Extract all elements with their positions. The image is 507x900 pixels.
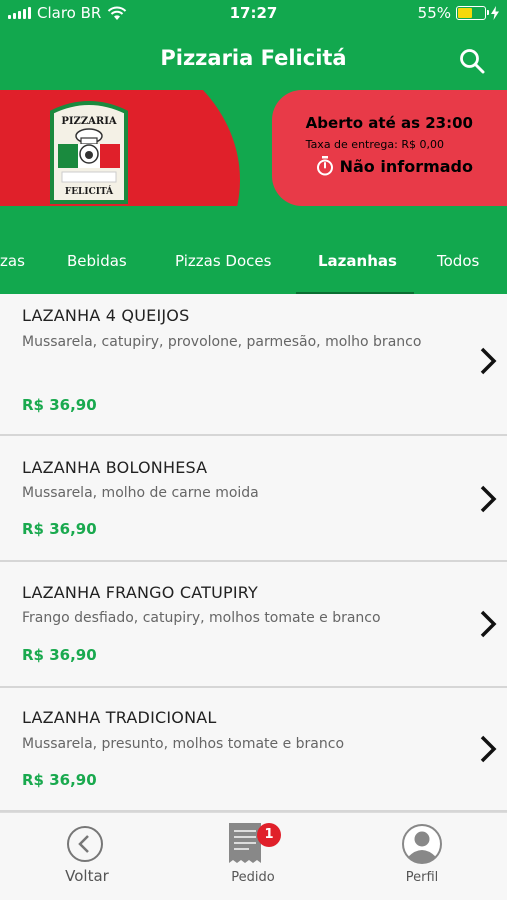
chevron-right-icon[interactable]: [477, 734, 499, 764]
chevron-right-icon[interactable]: [477, 484, 499, 514]
logo-text-top: PIZZARIA: [61, 116, 117, 127]
tab-pizzas-doces[interactable]: Pizzas Doces: [175, 252, 271, 270]
item-name: LAZANHA 4 QUEIJOS: [22, 306, 190, 325]
profile-avatar-icon[interactable]: [401, 823, 443, 865]
delivery-fee: Taxa de entrega: R$ 0,00: [305, 138, 444, 151]
delivery-time: Não informado: [339, 156, 473, 176]
bottom-nav: Voltar 1 Pedido Perfil: [0, 812, 507, 900]
back-button[interactable]: Voltar: [27, 813, 147, 900]
tab-lazanhas[interactable]: Lazanhas: [318, 252, 397, 270]
charging-icon: [491, 6, 499, 20]
tab-pizzas[interactable]: zas: [0, 252, 25, 270]
app-header: Pizzaria Felicitá: [0, 26, 507, 90]
profile-button[interactable]: Perfil: [362, 813, 482, 900]
menu-item[interactable]: LAZANHA 4 QUEIJOS Mussarela, catupiry, p…: [0, 294, 507, 436]
tab-bebidas[interactable]: Bebidas: [67, 252, 127, 270]
order-count-badge: 1: [257, 823, 281, 847]
pizzaria-logo: PIZZARIA FELICITÁ: [50, 101, 128, 204]
order-button[interactable]: 1 Pedido: [193, 813, 313, 900]
search-icon[interactable]: [459, 48, 485, 74]
item-price: R$ 36,90: [22, 396, 97, 414]
battery-icon: [456, 6, 489, 20]
item-description: Mussarela, molho de carne moida: [22, 485, 259, 501]
battery-level: [458, 8, 473, 18]
item-name: LAZANHA BOLONHESA: [22, 458, 208, 477]
item-name: LAZANHA FRANGO CATUPIRY: [22, 583, 259, 602]
category-tabs: zas Bebidas Pizzas Doces Lazanhas Todos: [0, 206, 507, 295]
item-price: R$ 36,90: [22, 646, 97, 664]
item-description: Frango desfiado, catupiry, molhos tomate…: [22, 610, 381, 626]
store-info: Aberto até as 23:00 Taxa de entrega: R$ …: [306, 114, 473, 176]
logo-text-bottom: FELICITÁ: [65, 185, 114, 197]
item-description: Mussarela, catupiry, provolone, parmesão…: [22, 334, 422, 350]
order-label: Pedido: [231, 870, 275, 885]
back-label: Voltar: [65, 867, 109, 885]
menu-item[interactable]: LAZANHA FRANGO CATUPIRY Frango desfiado,…: [0, 562, 507, 688]
chevron-right-icon[interactable]: [477, 346, 499, 376]
item-name: LAZANHA TRADICIONAL: [22, 708, 217, 727]
menu-item[interactable]: LAZANHA BOLONHESA Mussarela, molho de ca…: [0, 436, 507, 562]
profile-label: Perfil: [405, 870, 439, 885]
item-price: R$ 36,90: [22, 520, 97, 538]
page-title: Pizzaria Felicitá: [160, 46, 347, 70]
tab-todos[interactable]: Todos: [437, 252, 479, 270]
status-bar: Claro BR 17:27 55%: [0, 0, 507, 26]
stopwatch-icon: [316, 156, 333, 176]
chevron-right-icon[interactable]: [477, 609, 499, 639]
item-description: Mussarela, presunto, molhos tomate e bra…: [22, 736, 345, 752]
open-hours: Aberto até as 23:00: [305, 114, 473, 132]
menu-item[interactable]: LAZANHA TRADICIONAL Mussarela, presunto,…: [0, 688, 507, 812]
back-circle-icon[interactable]: [66, 825, 104, 863]
item-price: R$ 36,90: [22, 771, 97, 789]
battery-percent: 55%: [417, 4, 451, 22]
